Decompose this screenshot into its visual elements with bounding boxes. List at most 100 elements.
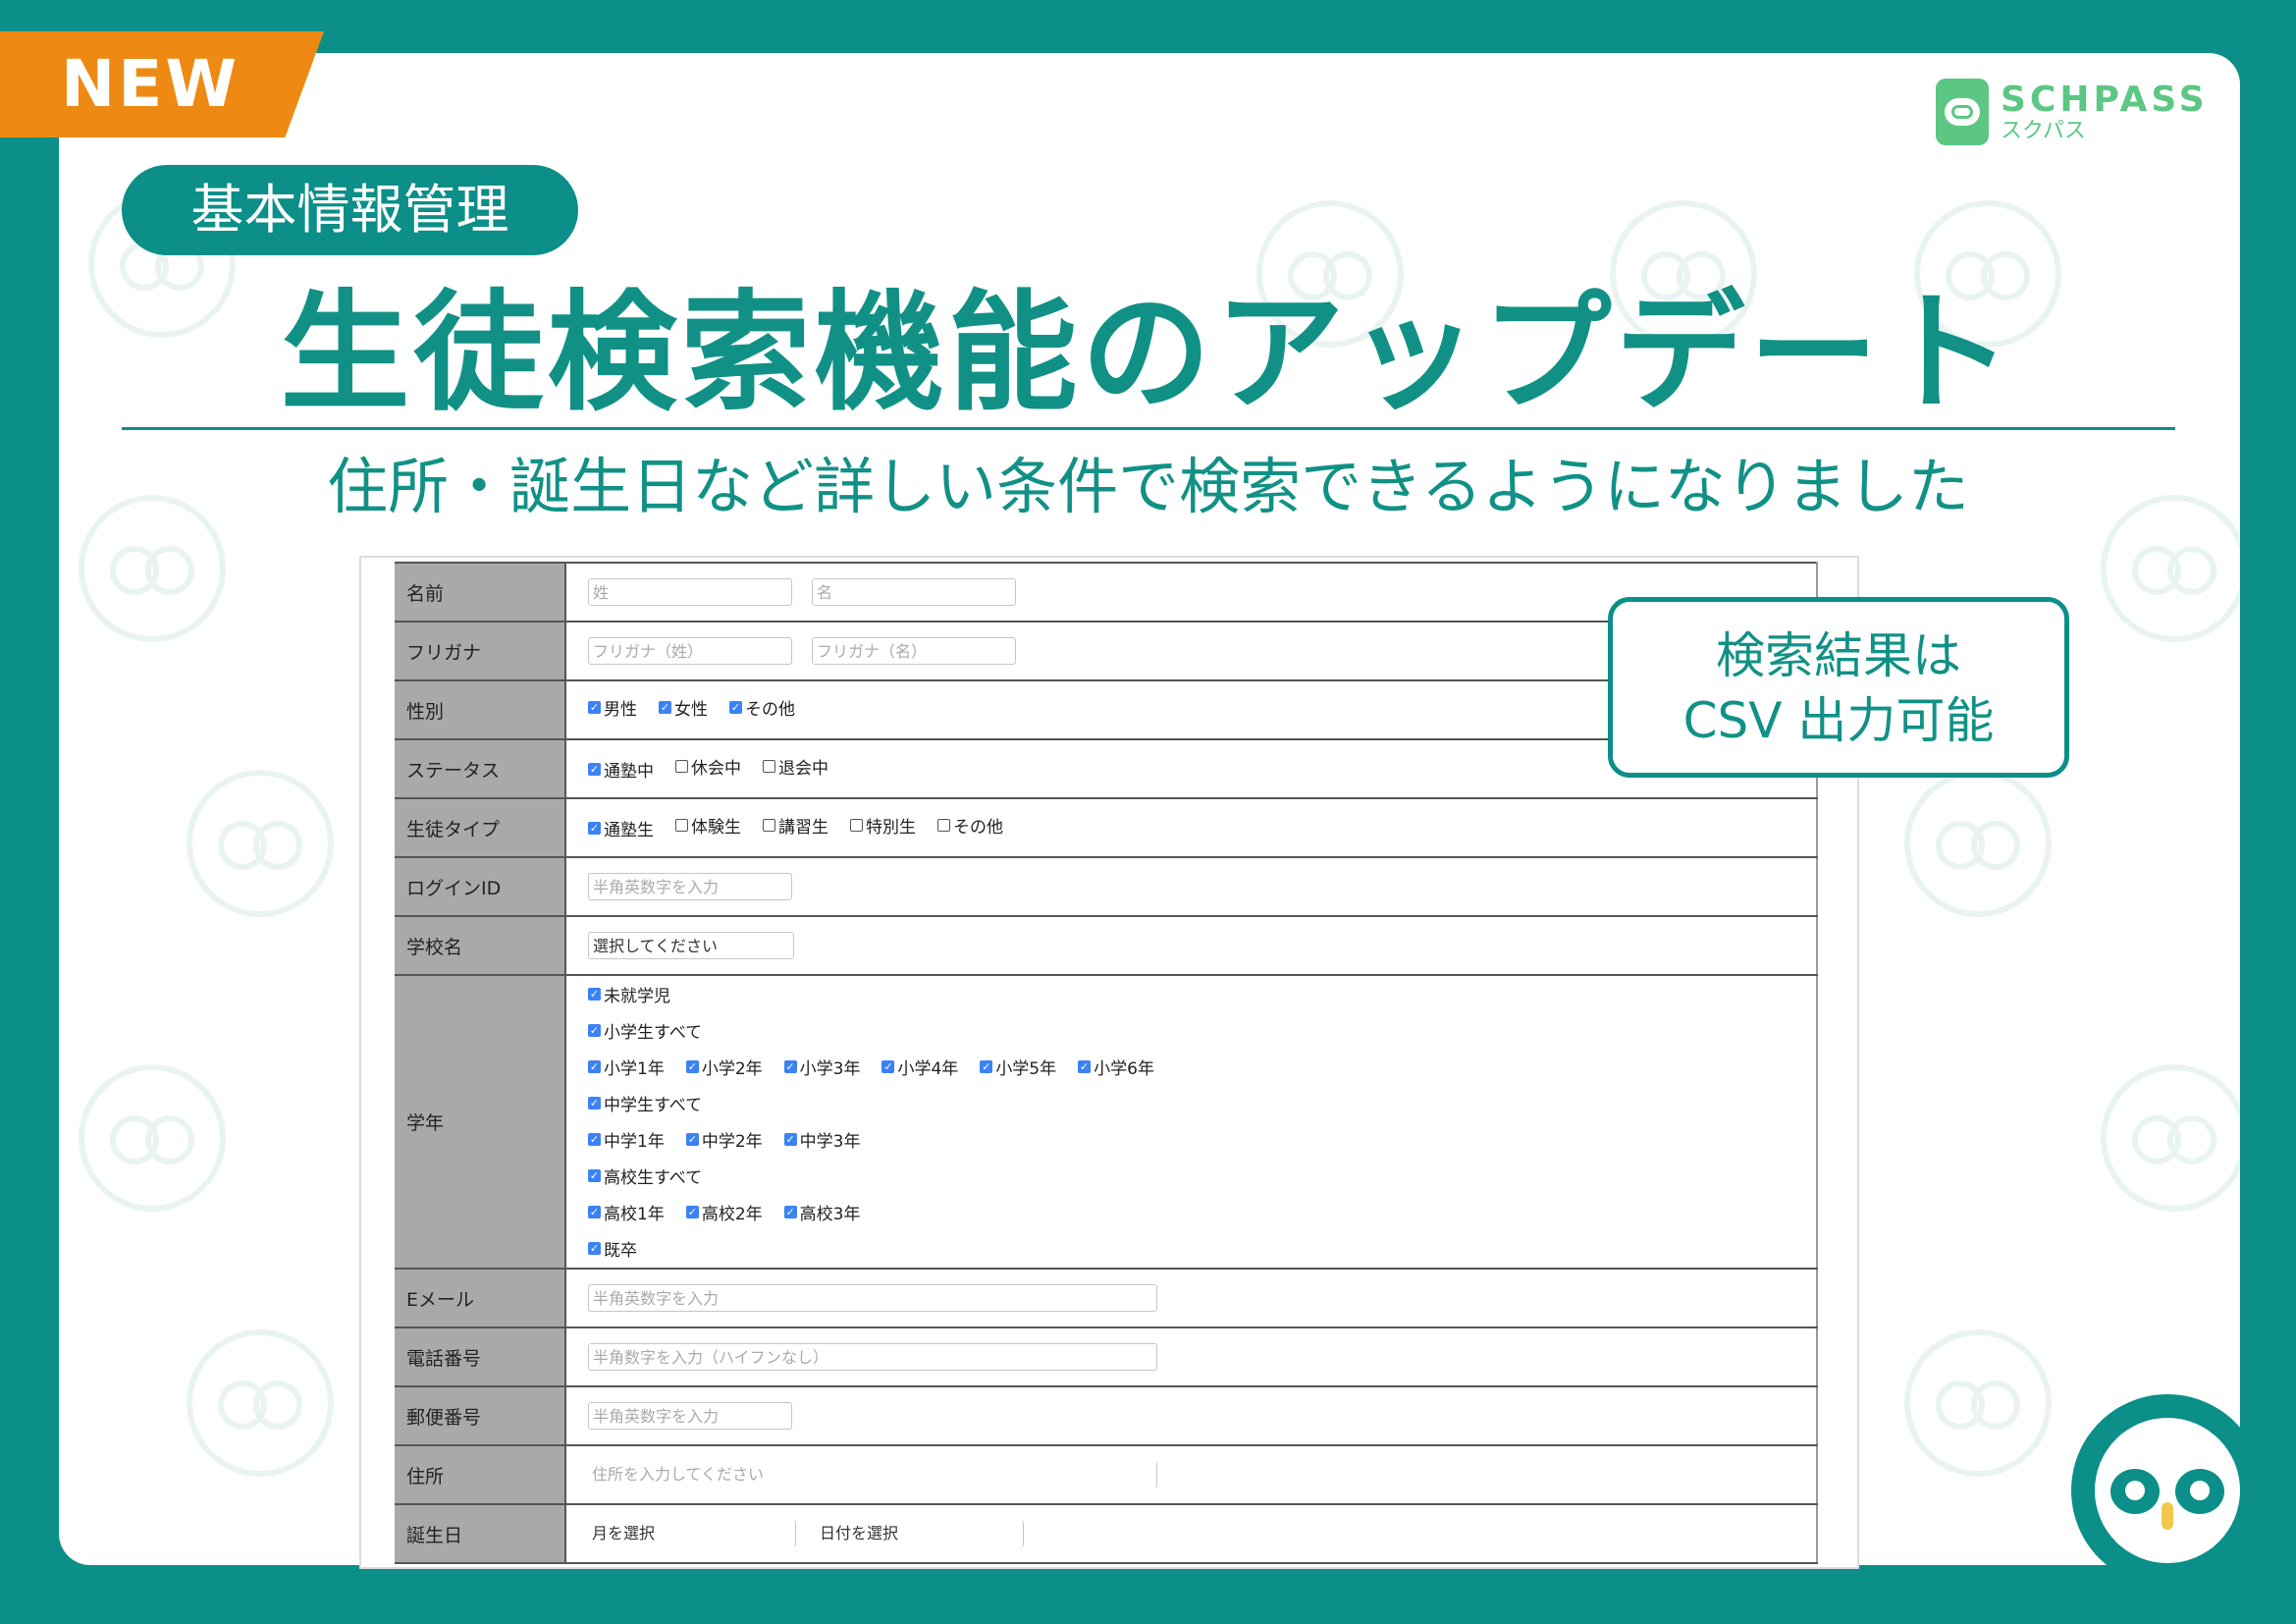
- page-title: 生徒検索機能のアップデート: [280, 278, 2016, 429]
- checkbox-unchecked-icon: [763, 819, 775, 832]
- checkbox-checked-icon: ✓: [783, 1206, 797, 1218]
- schpass-logo-icon: [1936, 79, 1989, 145]
- grade-checkbox-elementary-all[interactable]: ✓ 小学生すべて: [588, 1018, 702, 1043]
- grade-checkbox-high-school-1[interactable]: ✓ 高校1年: [588, 1200, 665, 1224]
- email-input[interactable]: 半角英数字を入力: [588, 1284, 1157, 1312]
- birth-month-select[interactable]: 月を選択: [588, 1520, 796, 1547]
- gender-checkbox-female[interactable]: ✓ 女性: [659, 695, 708, 720]
- first-name-kana-input[interactable]: フリガナ（名）: [812, 637, 1016, 665]
- grade-checkbox-graduate[interactable]: ✓ 既卒: [588, 1236, 637, 1261]
- row-label-kana: フリガナ: [395, 621, 566, 681]
- checkbox-checked-icon: ✓: [685, 1206, 699, 1218]
- phone-input[interactable]: 半角数字を入力（ハイフンなし）: [588, 1343, 1157, 1371]
- student-search-form: 名前 姓名 フリガナ フリガナ（姓） フリガナ（名） 性別 ✓ 男性 ✓ 女性 ✓ その他 …: [395, 562, 1818, 1564]
- page-subtitle: 住所・誕生日など詳しい条件で検索できるようになりました: [327, 451, 1969, 522]
- checkbox-checked-icon: ✓: [685, 1133, 699, 1146]
- row-label-name: 名前: [395, 562, 566, 623]
- type-checkbox-regular[interactable]: ✓ 通塾生: [588, 816, 654, 840]
- checkbox-checked-icon: ✓: [783, 1060, 797, 1073]
- grade-checkbox-elementary-6[interactable]: ✓ 小学6年: [1078, 1055, 1154, 1079]
- checkbox-checked-icon: ✓: [588, 1169, 601, 1182]
- grade-checkbox-high-school-2[interactable]: ✓ 高校2年: [685, 1200, 763, 1224]
- grade-checkbox-elementary-4[interactable]: ✓ 小学4年: [881, 1055, 958, 1079]
- status-checkbox-active[interactable]: ✓ 通塾中: [588, 757, 654, 782]
- grade-checkbox-junior-high-3[interactable]: ✓ 中学3年: [783, 1127, 860, 1152]
- grade-checkbox-elementary-5[interactable]: ✓ 小学5年: [980, 1055, 1056, 1079]
- grade-checkbox-junior-high-all[interactable]: ✓ 中学生すべて: [588, 1091, 702, 1115]
- first-name-input[interactable]: 名: [812, 578, 1016, 606]
- grade-checkbox-high-school-3[interactable]: ✓ 高校3年: [783, 1200, 860, 1224]
- logo-sub-text: スクパス: [2001, 119, 2086, 143]
- grade-checkbox-preschool[interactable]: ✓ 未就学児: [588, 982, 670, 1006]
- status-checkbox-paused[interactable]: 休会中: [675, 754, 741, 779]
- checkbox-checked-icon: ✓: [659, 701, 671, 714]
- checkbox-checked-icon: ✓: [588, 988, 601, 1001]
- row-label-phone: 電話番号: [395, 1326, 566, 1387]
- gender-checkbox-male[interactable]: ✓ 男性: [588, 695, 637, 720]
- checkbox-checked-icon: ✓: [1078, 1060, 1092, 1073]
- row-label-address: 住所: [395, 1444, 566, 1505]
- zip-input[interactable]: 半角英数字を入力: [588, 1402, 792, 1430]
- checkbox-checked-icon: ✓: [588, 822, 601, 835]
- csv-export-callout: 検索結果は CSV 出力可能: [1608, 597, 2069, 778]
- checkbox-unchecked-icon: [763, 760, 775, 773]
- checkbox-checked-icon: ✓: [729, 701, 742, 714]
- checkbox-checked-icon: ✓: [783, 1133, 797, 1146]
- grade-checkbox-elementary-3[interactable]: ✓ 小学3年: [783, 1055, 860, 1079]
- row-label-status: ステータス: [395, 738, 566, 799]
- gender-checkbox-other[interactable]: ✓ その他: [729, 695, 795, 720]
- checkbox-checked-icon: ✓: [881, 1060, 895, 1073]
- grade-checkbox-elementary-1[interactable]: ✓ 小学1年: [588, 1055, 665, 1079]
- owl-watermark-icon: [1904, 1329, 2052, 1477]
- owl-watermark-icon: [187, 770, 334, 917]
- grade-checkbox-high-school-all[interactable]: ✓ 高校生すべて: [588, 1164, 702, 1188]
- checkbox-checked-icon: ✓: [980, 1060, 993, 1073]
- callout-line-2: CSV 出力可能: [1682, 692, 1995, 749]
- row-label-email: Eメール: [395, 1268, 566, 1328]
- last-name-input[interactable]: 姓: [588, 578, 792, 606]
- logo-main-text: SCHPASS: [2001, 80, 2209, 120]
- birth-day-select[interactable]: 日付を選択: [816, 1520, 1024, 1547]
- checkbox-checked-icon: ✓: [588, 1206, 601, 1218]
- type-checkbox-course[interactable]: 講習生: [763, 813, 828, 838]
- grade-checkbox-junior-high-2[interactable]: ✓ 中学2年: [685, 1127, 763, 1152]
- row-label-gender: 性別: [395, 679, 566, 740]
- checkbox-checked-icon: ✓: [588, 1060, 601, 1073]
- checkbox-checked-icon: ✓: [588, 1097, 601, 1110]
- checkbox-unchecked-icon: [850, 819, 863, 832]
- owl-watermark-icon: [1904, 770, 2052, 917]
- checkbox-checked-icon: ✓: [588, 1133, 601, 1146]
- row-label-grade: 学年: [395, 974, 566, 1270]
- type-checkbox-special[interactable]: 特別生: [850, 813, 916, 838]
- title-divider: [122, 427, 2175, 430]
- checkbox-unchecked-icon: [675, 819, 688, 832]
- grade-checkbox-elementary-2[interactable]: ✓ 小学2年: [685, 1055, 763, 1079]
- checkbox-unchecked-icon: [937, 819, 950, 832]
- row-label-login-id: ログインID: [395, 856, 566, 917]
- school-select[interactable]: 選択してください: [588, 932, 794, 959]
- status-checkbox-withdrawn[interactable]: 退会中: [763, 754, 828, 779]
- row-label-student-type: 生徒タイプ: [395, 797, 566, 858]
- schpass-logo: SCHPASS スクパス: [1936, 79, 2209, 145]
- checkbox-checked-icon: ✓: [588, 1242, 601, 1255]
- type-checkbox-trial[interactable]: 体験生: [675, 813, 741, 838]
- checkbox-checked-icon: ✓: [588, 701, 601, 714]
- callout-line-1: 検索結果は: [1716, 627, 1961, 684]
- row-label-school: 学校名: [395, 915, 566, 976]
- owl-mascot-icon: [2071, 1394, 2264, 1587]
- grade-checkbox-junior-high-1[interactable]: ✓ 中学1年: [588, 1127, 665, 1152]
- owl-watermark-icon: [79, 1064, 226, 1212]
- owl-watermark-icon: [187, 1329, 334, 1477]
- login-id-input[interactable]: 半角英数字を入力: [588, 873, 792, 900]
- owl-eye-icon: [2175, 1469, 2224, 1514]
- type-checkbox-other[interactable]: その他: [937, 813, 1003, 838]
- owl-eye-icon: [2110, 1469, 2160, 1514]
- new-badge: NEW: [0, 31, 324, 137]
- checkbox-checked-icon: ✓: [588, 1024, 601, 1037]
- owl-watermark-icon: [2101, 1064, 2240, 1212]
- last-name-kana-input[interactable]: フリガナ（姓）: [588, 637, 792, 665]
- category-pill: 基本情報管理: [122, 165, 578, 255]
- row-label-birthday: 誕生日: [395, 1503, 566, 1564]
- checkbox-checked-icon: ✓: [588, 763, 601, 776]
- address-input[interactable]: 住所を入力してください: [588, 1461, 1157, 1489]
